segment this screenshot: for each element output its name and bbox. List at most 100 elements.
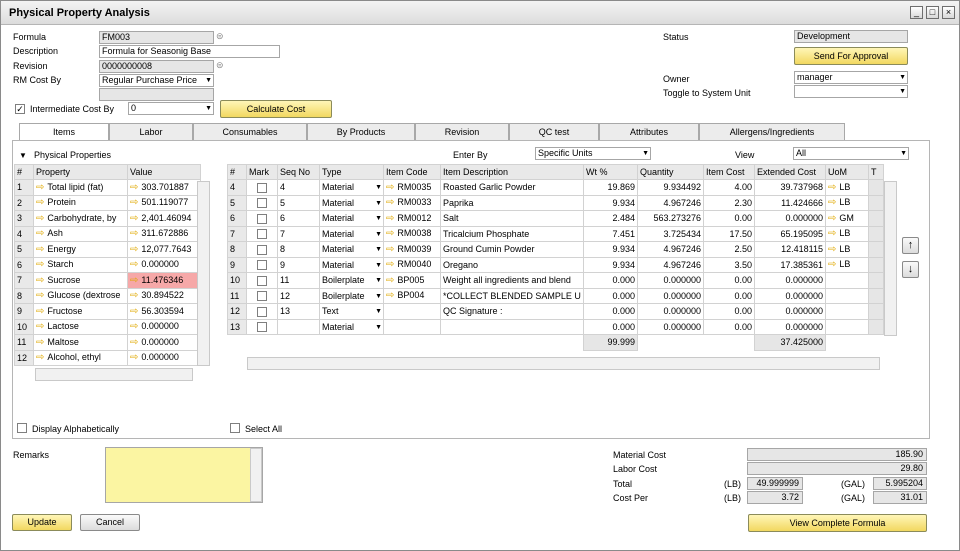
tab-attributes[interactable]: Attributes	[599, 123, 699, 140]
item-row[interactable]: 12 13 Text ▼ QC Signature :0.000 0.000000 0.00…	[227, 303, 884, 320]
item-cost[interactable]: 17.50	[703, 225, 755, 242]
link-arrow-icon[interactable]: ⇨	[36, 321, 44, 332]
rm-cost-select[interactable]: Regular Purchase Price ▼	[99, 74, 214, 87]
quantity[interactable]: 4.967246	[637, 256, 704, 273]
link-arrow-icon[interactable]: ⇨	[36, 290, 44, 301]
item-code-cell[interactable]	[383, 318, 441, 335]
tab-labor[interactable]: Labor	[109, 123, 193, 140]
link-arrow-icon[interactable]: ⇨	[130, 259, 138, 270]
mark-checkbox[interactable]	[257, 198, 267, 209]
item-description[interactable]: Ground Cumin Powder	[440, 241, 584, 258]
link-arrow-icon[interactable]: ⇨	[828, 259, 836, 270]
link-arrow-icon[interactable]: ⇨	[36, 275, 44, 286]
link-arrow-icon[interactable]: ⇨	[130, 213, 138, 224]
seq-no[interactable]: 13	[277, 303, 320, 320]
seq-no[interactable]: 4	[277, 179, 320, 196]
uom-cell[interactable]: ⇨ LB	[825, 256, 869, 273]
col-header[interactable]: Extended Cost	[754, 164, 826, 180]
item-cost[interactable]: 4.00	[703, 179, 755, 196]
formula-field[interactable]: FM003	[99, 31, 214, 44]
properties-horizontal-scrollbar[interactable]	[35, 368, 193, 381]
seq-no[interactable]: 5	[277, 194, 320, 211]
type-cell[interactable]: Material ▼	[319, 241, 384, 258]
toggle-select[interactable]: ▼	[794, 85, 908, 98]
link-arrow-icon[interactable]: ⇨	[130, 244, 138, 255]
collapse-icon[interactable]: ▼	[19, 151, 27, 160]
link-arrow-icon[interactable]: ⇨	[36, 259, 44, 270]
wt-percent[interactable]: 9.934	[583, 194, 638, 211]
link-arrow-icon[interactable]: ⇨	[386, 244, 394, 255]
item-description[interactable]: *COLLECT BLENDED SAMPLE U	[440, 287, 584, 304]
items-horizontal-scrollbar[interactable]	[247, 357, 880, 370]
remarks-scrollbar[interactable]	[250, 448, 262, 502]
uom-cell[interactable]	[825, 303, 869, 320]
item-description[interactable]: Weight all ingredients and blend	[440, 272, 584, 289]
wt-percent[interactable]: 0.000	[583, 318, 638, 335]
type-cell[interactable]: Material ▼	[319, 318, 384, 335]
uom-cell[interactable]	[825, 318, 869, 335]
link-arrow-icon[interactable]: ⇨	[36, 244, 44, 255]
link-icon[interactable]: ⊜	[216, 31, 224, 42]
mark-checkbox[interactable]	[257, 306, 267, 317]
property-row[interactable]: 6 ⇨ Starch ⇨ 0.000000	[14, 256, 201, 273]
item-row[interactable]: 7 7 Material ▼ ⇨ RM0038 Tricalcium Phosphate 7.…	[227, 225, 884, 242]
quantity[interactable]: 0.000000	[637, 303, 704, 320]
col-header[interactable]: #	[14, 164, 34, 180]
link-arrow-icon[interactable]: ⇨	[36, 213, 44, 224]
link-arrow-icon[interactable]: ⇨	[36, 197, 44, 208]
item-code-cell[interactable]: ⇨ RM0038	[383, 225, 441, 242]
wt-percent[interactable]: 9.934	[583, 256, 638, 273]
uom-cell[interactable]: ⇨ LB	[825, 241, 869, 258]
wt-percent[interactable]: 0.000	[583, 287, 638, 304]
item-code-cell[interactable]: ⇨ BP005	[383, 272, 441, 289]
seq-no[interactable]: 12	[277, 287, 320, 304]
mark-checkbox[interactable]	[257, 322, 267, 333]
revision-field[interactable]: 0000000008	[99, 60, 214, 73]
link-arrow-icon[interactable]: ⇨	[828, 213, 836, 224]
seq-no[interactable]: 7	[277, 225, 320, 242]
item-code-cell[interactable]: ⇨ RM0033	[383, 194, 441, 211]
move-up-button[interactable]: ↑	[902, 237, 919, 254]
item-row[interactable]: 10 11 Boilerplate ▼ ⇨ BP005 Weight all ingredi…	[227, 272, 884, 289]
item-cost[interactable]: 2.50	[703, 241, 755, 258]
send-approval-button[interactable]: Send For Approval	[794, 47, 908, 65]
link-arrow-icon[interactable]: ⇨	[386, 228, 394, 239]
cancel-button[interactable]: Cancel	[80, 514, 140, 531]
col-header[interactable]: Quantity	[637, 164, 704, 180]
type-cell[interactable]: Text ▼	[319, 303, 384, 320]
wt-percent[interactable]: 9.934	[583, 241, 638, 258]
item-code-cell[interactable]: ⇨ RM0039	[383, 241, 441, 258]
item-description[interactable]: Salt	[440, 210, 584, 227]
item-description[interactable]: Roasted Garlic Powder	[440, 179, 584, 196]
mark-checkbox[interactable]	[257, 275, 267, 286]
item-cost[interactable]: 0.00	[703, 210, 755, 227]
seq-no[interactable]: 11	[277, 272, 320, 289]
mark-checkbox[interactable]	[257, 213, 267, 224]
link-arrow-icon[interactable]: ⇨	[828, 228, 836, 239]
maximize-button[interactable]: □	[926, 6, 939, 19]
quantity[interactable]: 0.000000	[637, 287, 704, 304]
col-header[interactable]: T	[868, 164, 884, 180]
uom-cell[interactable]: ⇨ LB	[825, 225, 869, 242]
link-arrow-icon[interactable]: ⇨	[386, 259, 394, 270]
item-description[interactable]	[440, 318, 584, 335]
type-cell[interactable]: Boilerplate ▼	[319, 272, 384, 289]
item-row[interactable]: 13 Material ▼ 0.000 0.000000 0.00 0.000000	[227, 318, 884, 335]
property-row[interactable]: 3 ⇨ Carbohydrate, by ⇨ 2,401.46094	[14, 210, 201, 227]
link-arrow-icon[interactable]: ⇨	[828, 244, 836, 255]
uom-cell[interactable]	[825, 272, 869, 289]
link-arrow-icon[interactable]: ⇨	[130, 352, 138, 363]
item-row[interactable]: 8 8 Material ▼ ⇨ RM0039 Ground Cumin Powder 9.9…	[227, 241, 884, 258]
remarks-textarea[interactable]	[105, 447, 263, 503]
update-button[interactable]: Update	[12, 514, 72, 531]
type-cell[interactable]: Material ▼	[319, 179, 384, 196]
item-code-cell[interactable]: ⇨ RM0035	[383, 179, 441, 196]
move-down-button[interactable]: ↓	[902, 261, 919, 278]
link-arrow-icon[interactable]: ⇨	[36, 337, 44, 348]
quantity[interactable]: 4.967246	[637, 194, 704, 211]
property-row[interactable]: 8 ⇨ Glucose (dextrose ⇨ 30.894522	[14, 287, 201, 304]
type-cell[interactable]: Material ▼	[319, 194, 384, 211]
link-arrow-icon[interactable]: ⇨	[130, 228, 138, 239]
link-arrow-icon[interactable]: ⇨	[130, 182, 138, 193]
link-arrow-icon[interactable]: ⇨	[36, 228, 44, 239]
